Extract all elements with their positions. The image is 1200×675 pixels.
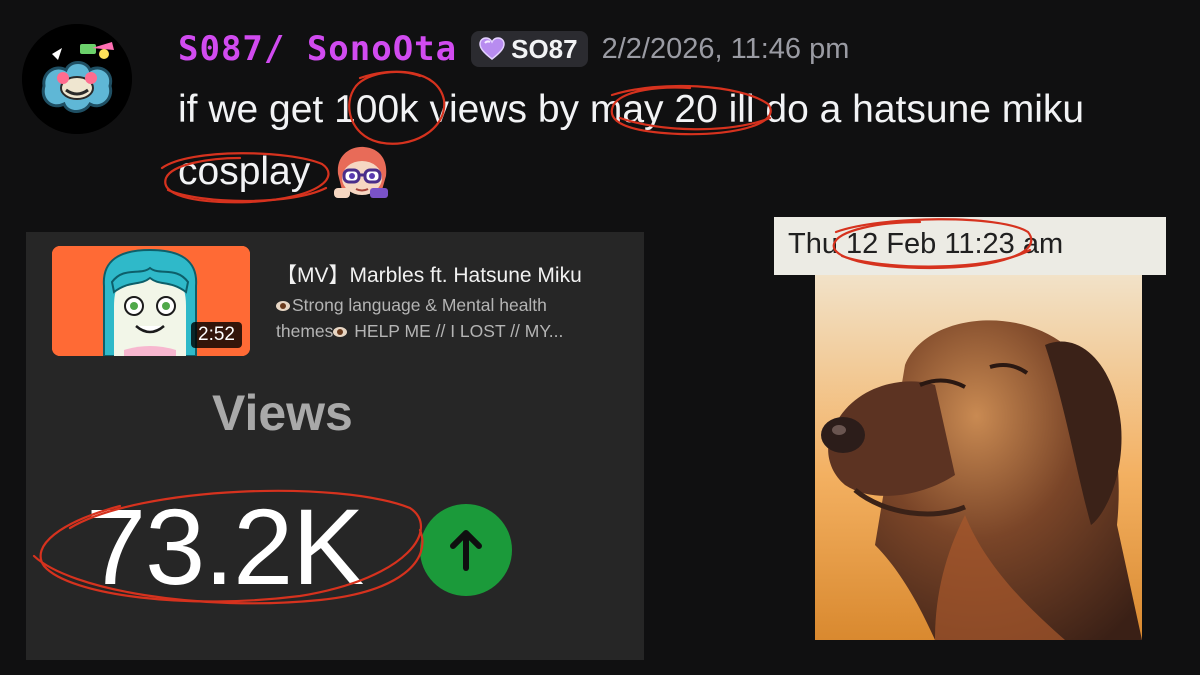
eye-emoji-icon [276, 301, 290, 312]
video-thumbnail[interactable]: 2:52 [52, 246, 250, 356]
video-description: Strong language & Mental health themes H… [276, 292, 606, 344]
eye-emoji-icon [333, 327, 348, 338]
message-timestamp[interactable]: 2/2/2026, 11:46 pm [602, 33, 850, 66]
message-header: S087/ SonoOta SO87 2/2/2026, 11:46 pm [178, 24, 849, 74]
date-banner: Thu 12 Feb 11:23 am [774, 217, 1166, 275]
role-tag[interactable]: SO87 [471, 31, 588, 67]
views-label: Views [212, 385, 353, 441]
description-line-2b: HELP ME // I LOST // MY... [349, 321, 564, 341]
views-count: 73.2K [86, 486, 364, 607]
video-title[interactable]: 【MV】Marbles ft. Hatsune Miku [276, 259, 582, 289]
video-duration: 2:52 [191, 322, 242, 348]
dog-image [815, 275, 1142, 640]
screenshot-collage: S087/ SonoOta SO87 2/2/2026, 11:46 pm if… [0, 0, 1200, 675]
message-text-line-2: cosplay [178, 150, 311, 193]
youtube-analytics-card: 2:52 【MV】Marbles ft. Hatsune Miku Strong… [26, 232, 644, 660]
purple-heart-icon [479, 37, 505, 60]
role-tag-label: SO87 [511, 33, 578, 64]
nerd-glasses-emoji [330, 144, 392, 200]
description-line-1: Strong language & Mental health [292, 295, 547, 315]
username[interactable]: S087/ SonoOta [178, 29, 457, 69]
dog-photo [815, 275, 1142, 640]
user-avatar[interactable] [22, 24, 132, 134]
message-text-line-1: if we get 100k views by may 20 ill do a … [178, 88, 1085, 131]
arrow-up-icon [420, 504, 512, 596]
description-line-2a: themes [276, 321, 334, 341]
clown-avatar-icon [22, 24, 132, 134]
